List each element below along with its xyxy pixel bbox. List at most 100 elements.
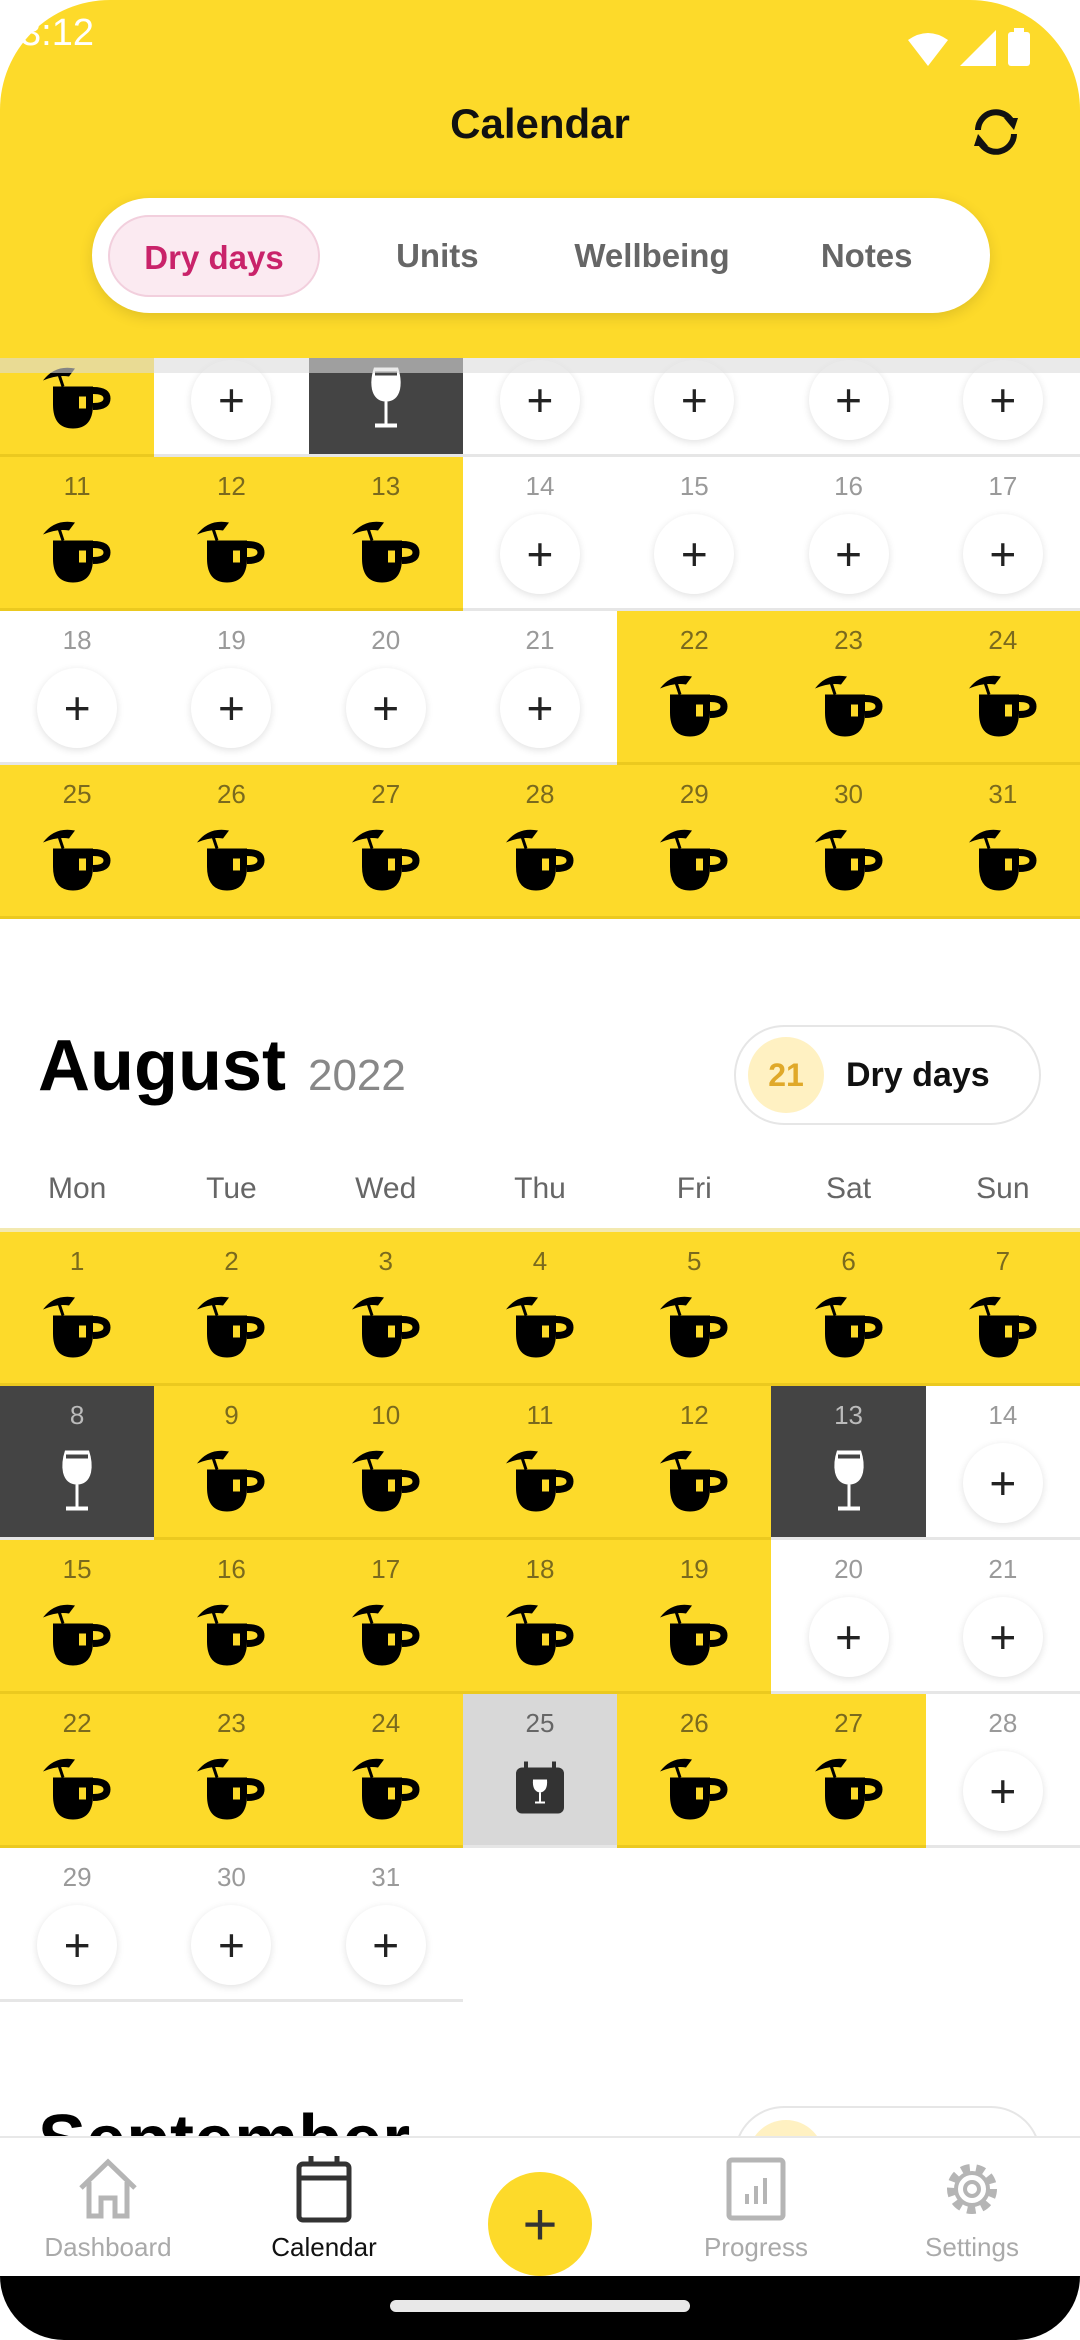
- day-cell-dry[interactable]: 18: [462, 1540, 618, 1694]
- add-day-plus-icon[interactable]: +: [962, 1751, 1043, 1831]
- day-cell-drink[interactable]: 13: [771, 1386, 926, 1540]
- add-day-plus-icon[interactable]: +: [808, 514, 889, 594]
- day-cell-dry[interactable]: 29: [617, 765, 772, 919]
- day-cell-dry[interactable]: 17: [308, 1540, 463, 1694]
- day-number: 7: [995, 1246, 1011, 1276]
- nav-progress[interactable]: Progress: [648, 2138, 864, 2276]
- day-cell-none[interactable]: 15 +: [617, 457, 772, 611]
- day-cell-dry[interactable]: 12: [154, 457, 309, 611]
- calendar-icon: [296, 2156, 352, 2223]
- day-cell-none[interactable]: 29 +: [0, 1848, 155, 2002]
- day-cell-none[interactable]: 19 +: [154, 611, 309, 765]
- day-cell-none[interactable]: 21 +: [462, 611, 618, 765]
- day-cell-dry[interactable]: 19: [617, 1540, 772, 1694]
- day-cell-none[interactable]: 20 +: [771, 1540, 926, 1694]
- day-number: 30: [216, 1862, 246, 1892]
- add-day-plus-icon[interactable]: +: [499, 514, 580, 594]
- dry-day-cup-icon: [502, 1448, 578, 1519]
- day-number: 20: [371, 625, 401, 655]
- day-cell-none[interactable]: 21 +: [925, 1540, 1080, 1694]
- day-number: 18: [525, 1554, 555, 1584]
- day-cell-none[interactable]: 18 +: [0, 611, 155, 765]
- add-day-plus-icon[interactable]: +: [191, 1905, 272, 1985]
- day-cell-dry[interactable]: 11: [462, 1386, 618, 1540]
- add-day-plus-icon[interactable]: +: [37, 668, 118, 748]
- day-cell-drink[interactable]: 8: [0, 1386, 155, 1540]
- day-number: 12: [679, 1400, 709, 1430]
- nav-calendar[interactable]: Calendar: [216, 2138, 432, 2276]
- day-cell-none[interactable]: 14 +: [925, 1386, 1080, 1540]
- nav-settings[interactable]: Settings: [864, 2138, 1080, 2276]
- nav-add[interactable]: +: [432, 2138, 648, 2276]
- day-number: 18: [62, 625, 92, 655]
- nav-label: Calendar: [271, 2232, 377, 2262]
- tab-dry-days[interactable]: Dry days: [108, 214, 320, 297]
- day-cell-dry[interactable]: 22: [0, 1694, 155, 1848]
- add-day-plus-icon[interactable]: +: [191, 668, 272, 748]
- home-gesture-handle[interactable]: [390, 2300, 690, 2312]
- day-cell-dry[interactable]: 12: [617, 1386, 772, 1540]
- wine-glass-icon: [366, 366, 406, 435]
- day-cell-dry[interactable]: 25: [0, 765, 155, 919]
- nav-dashboard[interactable]: Dashboard: [0, 2138, 216, 2276]
- day-cell-dry[interactable]: 23: [771, 611, 926, 765]
- add-day-plus-icon[interactable]: +: [962, 1443, 1043, 1523]
- day-cell-none[interactable]: 31 +: [308, 1848, 463, 2002]
- dry-day-cup-icon: [811, 673, 887, 744]
- day-cell-dry[interactable]: 27: [771, 1694, 926, 1848]
- day-number: 10: [371, 1400, 401, 1430]
- weekday: Mon: [47, 1172, 107, 1205]
- day-cell-dry[interactable]: 16: [154, 1540, 309, 1694]
- wine-glass-icon: [829, 1449, 869, 1518]
- day-number: 26: [679, 1708, 709, 1738]
- day-cell-dry[interactable]: 27: [308, 765, 463, 919]
- dry-day-cup-icon: [656, 1602, 732, 1673]
- add-day-plus-icon[interactable]: +: [654, 514, 735, 594]
- day-cell-dry[interactable]: 23: [154, 1694, 309, 1848]
- tab-units[interactable]: Units: [330, 237, 545, 275]
- tab-notes[interactable]: Notes: [759, 237, 974, 275]
- day-cell-none[interactable]: 30 +: [154, 1848, 309, 2002]
- day-cell-dry[interactable]: 9: [154, 1386, 309, 1540]
- day-cell-dry[interactable]: 30: [771, 765, 926, 919]
- day-cell-dry[interactable]: 10: [308, 1386, 463, 1540]
- day-cell-dry[interactable]: 4: [462, 1232, 618, 1386]
- month-name: August: [38, 1026, 286, 1106]
- dry-day-cup-icon: [348, 1756, 424, 1827]
- add-day-plus-icon[interactable]: +: [345, 668, 426, 748]
- day-cell-dry[interactable]: 31: [925, 765, 1080, 919]
- day-cell-dry[interactable]: 26: [617, 1694, 772, 1848]
- add-day-plus-icon[interactable]: +: [37, 1905, 118, 1985]
- day-cell-dry[interactable]: 5: [617, 1232, 772, 1386]
- day-cell-dry[interactable]: 22: [617, 611, 772, 765]
- dry-day-cup-icon: [348, 827, 424, 898]
- day-cell-dry[interactable]: 7: [925, 1232, 1080, 1386]
- add-entry-button[interactable]: +: [488, 2172, 592, 2276]
- day-cell-none[interactable]: 17 +: [925, 457, 1080, 611]
- day-number: 17: [371, 1554, 401, 1584]
- day-cell-none[interactable]: 16 +: [771, 457, 926, 611]
- day-cell-dry[interactable]: 28: [462, 765, 618, 919]
- day-cell-today[interactable]: 25: [462, 1694, 618, 1848]
- day-cell-none[interactable]: 20 +: [308, 611, 463, 765]
- day-cell-dry[interactable]: 11: [0, 457, 155, 611]
- day-cell-dry[interactable]: 15: [0, 1540, 155, 1694]
- sync-icon[interactable]: [964, 100, 1028, 164]
- add-day-plus-icon[interactable]: +: [962, 1597, 1043, 1677]
- day-cell-none[interactable]: 28 +: [925, 1694, 1080, 1848]
- add-day-plus-icon[interactable]: +: [499, 668, 580, 748]
- day-cell-dry[interactable]: 24: [925, 611, 1080, 765]
- day-cell-dry[interactable]: 2: [154, 1232, 309, 1386]
- add-day-plus-icon[interactable]: +: [962, 514, 1043, 594]
- add-day-plus-icon[interactable]: +: [808, 1597, 889, 1677]
- tab-wellbeing[interactable]: Wellbeing: [545, 237, 760, 275]
- day-cell-dry[interactable]: 6: [771, 1232, 926, 1386]
- day-cell-dry[interactable]: 13: [308, 457, 463, 611]
- day-cell-dry[interactable]: 1: [0, 1232, 155, 1386]
- day-cell-dry[interactable]: 24: [308, 1694, 463, 1848]
- day-cell-dry[interactable]: 26: [154, 765, 309, 919]
- day-cell-none[interactable]: 14 +: [462, 457, 618, 611]
- day-cell-dry[interactable]: 3: [308, 1232, 463, 1386]
- add-day-plus-icon[interactable]: +: [345, 1905, 426, 1985]
- day-number: 23: [216, 1708, 246, 1738]
